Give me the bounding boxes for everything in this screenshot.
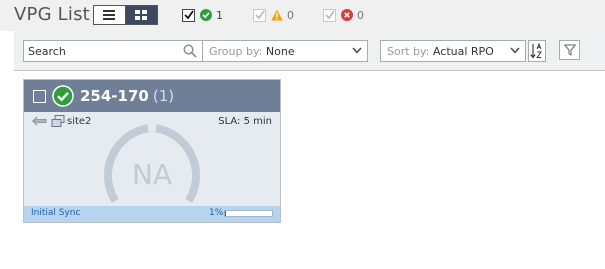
check-circle-icon (52, 85, 74, 107)
sort-az-icon (530, 43, 542, 59)
list-view-button[interactable] (94, 6, 126, 24)
vpg-select-checkbox[interactable] (33, 90, 46, 103)
vpg-progress-fill (225, 211, 226, 216)
warning-triangle-icon (271, 9, 283, 21)
vpg-progress-label: 1% (209, 208, 224, 218)
filter-error-count: 0 (357, 8, 364, 22)
filter-ok-checkbox[interactable] (182, 8, 195, 22)
filter-ok-count: 1 (216, 8, 223, 22)
search-placeholder: Search (28, 45, 66, 58)
funnel-icon (563, 44, 576, 56)
vpg-status-text: Initial Sync (31, 208, 81, 218)
page-title: VPG List (14, 4, 90, 25)
filter-error-checkbox[interactable] (323, 8, 336, 22)
check-circle-icon (200, 9, 212, 21)
filter-error: 0 (323, 7, 364, 23)
vpg-card-footer: Initial Sync 1% (24, 206, 280, 222)
sort-direction-button[interactable] (528, 40, 546, 62)
vpg-name-text: 254-170 (80, 87, 149, 105)
grid-view-button[interactable] (125, 6, 157, 24)
vpg-sla: SLA: 5 min (218, 116, 272, 127)
vpg-card[interactable]: 254-170 (1) site2 SLA: 5 min NA Initial S… (23, 79, 281, 223)
chevron-down-icon (510, 47, 520, 54)
arrow-left-icon (32, 116, 47, 126)
group-by-select[interactable]: Group by: None (202, 40, 368, 62)
vpg-list-panel: Search Group by: None Sort by: Actual RP… (14, 31, 605, 269)
vpg-progress-bar (224, 210, 273, 217)
error-circle-icon (341, 9, 353, 21)
vpg-card-header: 254-170 (1) (24, 80, 280, 112)
filter-warning-count: 0 (287, 8, 294, 22)
grid-icon (135, 10, 148, 20)
search-icon (183, 44, 197, 58)
checkmark-icon (324, 10, 335, 20)
search-input[interactable]: Search (23, 40, 203, 62)
sort-by-label: Sort by: (387, 45, 430, 58)
sort-by-value: Actual RPO (432, 45, 494, 58)
sort-by-select[interactable]: Sort by: Actual RPO (380, 40, 526, 62)
chevron-down-icon (352, 47, 362, 54)
filter-button[interactable] (559, 40, 580, 60)
group-by-label: Group by: (209, 45, 263, 58)
group-by-value: None (265, 45, 295, 58)
vpg-name[interactable]: 254-170 (1) (80, 87, 174, 105)
filter-warning: 0 (253, 7, 294, 23)
checkmark-icon (254, 10, 265, 20)
filter-ok: 1 (182, 7, 223, 23)
vpg-vm-count: (1) (152, 87, 175, 105)
rpo-value: NA (131, 158, 173, 191)
list-icon (103, 10, 116, 20)
list-toolbar: Search Group by: None Sort by: Actual RP… (14, 31, 605, 71)
site-icon (51, 115, 65, 127)
view-toggle (93, 5, 158, 25)
vpg-site-name: site2 (67, 116, 92, 127)
filter-warning-checkbox[interactable] (253, 8, 266, 22)
checkmark-icon (183, 10, 194, 20)
header-bar: VPG List 1 0 0 (0, 0, 605, 31)
